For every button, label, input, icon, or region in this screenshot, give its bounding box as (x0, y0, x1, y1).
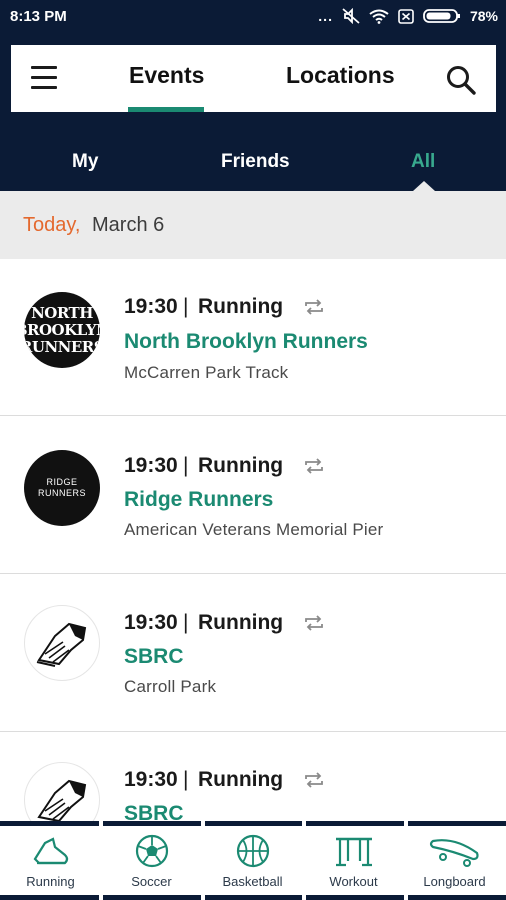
battery-icon (423, 9, 460, 23)
nav-divider (408, 895, 506, 900)
club-avatar: NORTH BROOKLYN RUNNERS (24, 292, 100, 368)
longboard-icon (429, 839, 479, 867)
nav-longboard[interactable]: Longboard (404, 826, 505, 895)
mute-icon (342, 8, 360, 24)
running-shoe-icon (33, 837, 68, 865)
nav-running[interactable]: Running (0, 826, 101, 895)
event-sport: Running (198, 768, 284, 791)
nav-label: Workout (329, 874, 378, 889)
nav-label: Longboard (423, 874, 486, 889)
wifi-icon (369, 9, 389, 24)
repeat-icon (305, 458, 323, 474)
event-sport: Running (198, 611, 284, 634)
filter-tabs: My Friends All (0, 140, 506, 180)
event-time: 19:30 (124, 295, 178, 318)
running-shoe-logo (36, 622, 87, 667)
subtab-my[interactable]: My (72, 151, 98, 173)
more-dots: ... (318, 8, 333, 24)
nav-divider (205, 895, 302, 900)
search-icon[interactable] (445, 64, 477, 96)
battery-percent: 78% (469, 8, 498, 24)
event-separator: | (183, 768, 189, 791)
club-avatar: RIDGE RUNNERS (24, 450, 100, 526)
selected-subtab-caret (413, 181, 435, 191)
status-icons: ... 78% (318, 8, 498, 24)
event-separator: | (183, 454, 189, 477)
nav-label: Running (26, 874, 75, 889)
event-club-name: SBRC (124, 645, 184, 668)
event-separator: | (183, 611, 189, 634)
event-location: Carroll Park (124, 677, 217, 696)
event-separator: | (183, 295, 189, 318)
event-sport: Running (198, 454, 284, 477)
event-time: 19:30 (124, 454, 178, 477)
subtab-all[interactable]: All (411, 151, 435, 173)
nav-divider (306, 895, 404, 900)
avatar-logo-text: NORTH BROOKLYN RUNNERS (24, 303, 100, 356)
top-app-bar: Events Locations (11, 45, 496, 112)
repeat-icon (305, 615, 323, 631)
workout-bars-icon (335, 837, 372, 867)
menu-icon-line (31, 76, 57, 79)
event-location: American Veterans Memorial Pier (124, 520, 384, 539)
nav-basketball[interactable]: Basketball (202, 826, 303, 895)
date-header: Today, March 6 (0, 191, 506, 259)
event-sport: Running (198, 295, 284, 318)
tab-events-indicator (128, 107, 204, 112)
menu-icon-line (31, 86, 57, 89)
nav-label: Basketball (222, 874, 283, 889)
no-sim-icon (398, 8, 414, 24)
nav-workout[interactable]: Workout (303, 826, 404, 895)
event-club-name: Ridge Runners (124, 488, 274, 511)
club-avatar (24, 605, 100, 681)
subtab-friends[interactable]: Friends (221, 151, 290, 173)
event-time: 19:30 (124, 611, 178, 634)
event-club-name: North Brooklyn Runners (124, 330, 368, 353)
avatar-logo-text: RIDGE RUNNERS (37, 477, 86, 498)
repeat-icon (305, 772, 323, 788)
menu-button[interactable] (31, 66, 57, 90)
status-time: 8:13 PM (10, 8, 67, 25)
today-label: Today, (23, 214, 81, 236)
nav-soccer[interactable]: Soccer (101, 826, 202, 895)
repeat-icon (305, 299, 323, 315)
soccer-ball-icon (135, 834, 168, 868)
basketball-icon (236, 834, 269, 868)
event-item[interactable]: RIDGE RUNNERS 19:30 | Running Ridge Runn… (0, 417, 506, 574)
nav-label: Soccer (131, 874, 172, 889)
date-label: March 6 (92, 214, 165, 236)
nav-divider (103, 895, 201, 900)
menu-icon-line (31, 66, 57, 69)
event-item[interactable]: 19:30 | Running SBRC Carroll Park (0, 575, 506, 732)
tab-events[interactable]: Events (129, 62, 204, 89)
event-time: 19:30 (124, 768, 178, 791)
bottom-nav: Running Soccer Basketball Workout Longbo… (0, 821, 506, 900)
event-location: McCarren Park Track (124, 363, 289, 382)
nav-divider (0, 895, 99, 900)
status-bar: 8:13 PM ... 78% (0, 0, 506, 36)
tab-locations[interactable]: Locations (286, 62, 395, 89)
event-item[interactable]: NORTH BROOKLYN RUNNERS 19:30 | Running N… (0, 259, 506, 416)
